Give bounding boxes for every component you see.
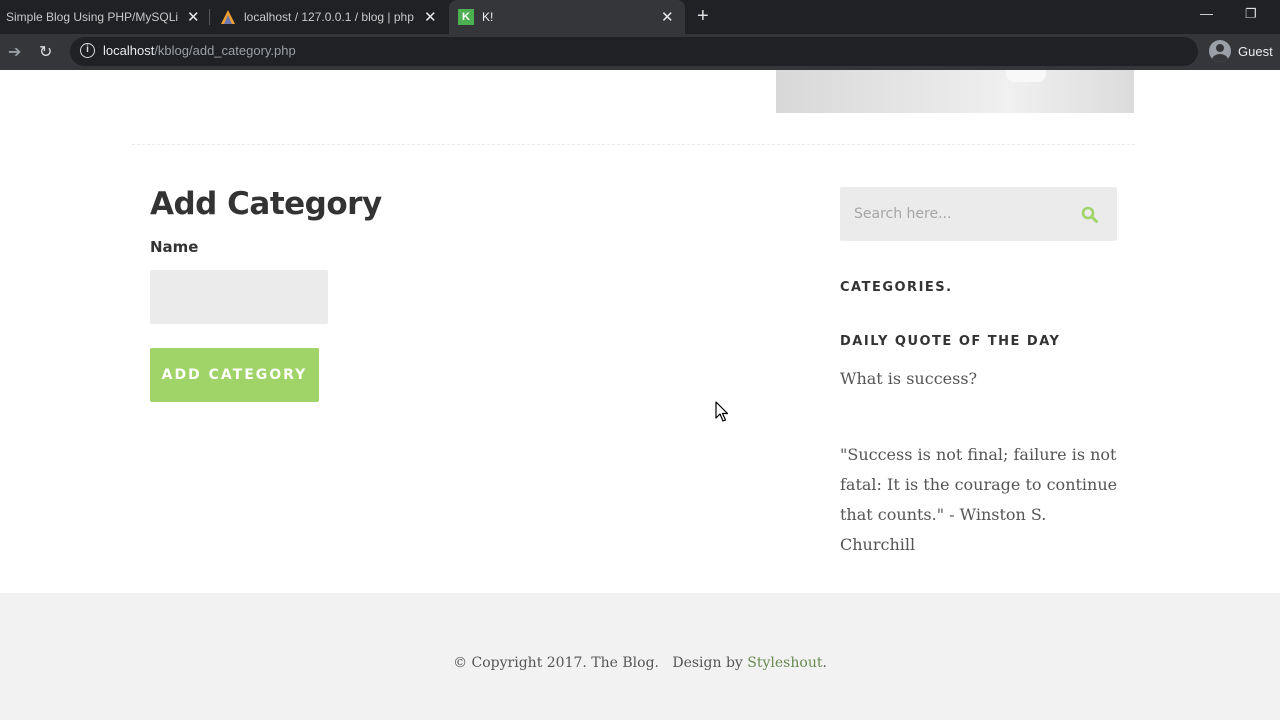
header-image [776, 70, 1134, 113]
url-host: localhost [103, 43, 155, 58]
browser-tab-bar: Simple Blog Using PHP/MySQLi ✕ localhost… [0, 0, 1280, 34]
forward-icon[interactable]: ➔ [8, 42, 21, 62]
category-name-input[interactable] [150, 270, 328, 324]
page-title: Add Category [150, 186, 382, 222]
browser-tab[interactable]: localhost / 127.0.0.1 / blog | php ✕ [212, 0, 444, 34]
name-label: Name [150, 238, 199, 256]
url-text: localhost/kblog/add_category.php [103, 43, 296, 58]
section-divider [132, 144, 1135, 145]
styleshout-link[interactable]: Styleshout [747, 655, 822, 671]
quote-question: What is success? [840, 369, 978, 388]
url-path: /kblog/add_category.php [154, 43, 296, 58]
quote-text: "Success is not final; failure is not fa… [840, 445, 1118, 554]
mouse-cursor-icon [715, 401, 729, 422]
browser-tab-active[interactable]: K K! ✕ [449, 0, 685, 34]
close-icon[interactable]: ✕ [661, 8, 674, 26]
address-bar[interactable]: i localhost/kblog/add_category.php [70, 37, 1198, 66]
browser-toolbar: ➔ ↻ i localhost/kblog/add_category.php G… [0, 34, 1280, 70]
footer-text: © Copyright 2017. The Blog. Design by St… [0, 655, 1280, 671]
categories-heading: CATEGORIES. [840, 280, 953, 295]
info-icon[interactable]: i [80, 43, 95, 58]
reload-icon[interactable]: ↻ [39, 42, 52, 62]
tab-title: localhost / 127.0.0.1 / blog | php [244, 10, 414, 24]
profile-label: Guest [1238, 43, 1273, 59]
add-category-button[interactable]: ADD CATEGORY [150, 348, 319, 402]
k-favicon-icon: K [458, 9, 474, 25]
search-icon[interactable] [1081, 206, 1098, 223]
browser-tab[interactable]: Simple Blog Using PHP/MySQLi ✕ [0, 0, 205, 34]
close-icon[interactable]: ✕ [424, 8, 437, 26]
footer: © Copyright 2017. The Blog. Design by St… [0, 593, 1280, 720]
search-box [840, 187, 1117, 241]
phpmyadmin-icon [221, 10, 235, 24]
designer-suffix: . [822, 655, 827, 671]
quote-heading: DAILY QUOTE OF THE DAY [840, 334, 1061, 349]
search-input[interactable] [854, 205, 1074, 223]
tab-separator [209, 9, 210, 25]
tab-title: K! [482, 10, 494, 24]
tab-title: Simple Blog Using PHP/MySQLi [6, 10, 178, 24]
profile-button[interactable]: Guest [1209, 40, 1273, 62]
copyright-text: © Copyright 2017. The Blog. [453, 655, 659, 671]
design-by-text: Design by [672, 655, 743, 671]
minimize-icon[interactable]: — [1200, 6, 1213, 21]
close-icon[interactable]: ✕ [187, 8, 200, 26]
avatar-icon [1209, 40, 1231, 62]
restore-icon[interactable]: ❐ [1245, 6, 1257, 22]
new-tab-icon[interactable]: + [697, 5, 709, 27]
